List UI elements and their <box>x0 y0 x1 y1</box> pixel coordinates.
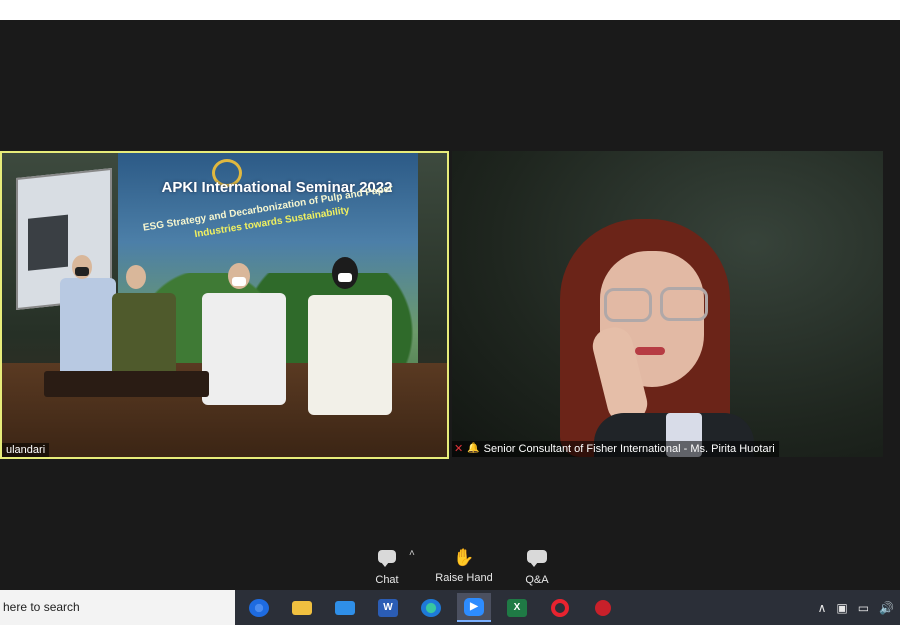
qa-label: Q&A <box>525 574 549 586</box>
chevron-up-icon[interactable]: ˄ <box>409 548 415 559</box>
panelist-4 <box>308 295 392 415</box>
video-tile-left[interactable]: APKI International Seminar 2022 ESG Stra… <box>0 151 449 459</box>
app-icon[interactable] <box>586 593 620 622</box>
face-mask <box>232 277 246 286</box>
participant-name-text: Senior Consultant of Fisher Internationa… <box>483 443 775 455</box>
hand-icon: ✋ <box>453 548 475 567</box>
zoom-icon[interactable]: ▶ <box>457 593 491 622</box>
taskbar-search-box[interactable]: here to search <box>0 590 235 625</box>
glasses-right-lens <box>660 287 708 321</box>
raise-hand-label: Raise Hand <box>435 572 493 584</box>
edge-icon[interactable] <box>414 593 448 622</box>
glasses-left-lens <box>604 288 652 322</box>
chevron-up-icon[interactable]: ∧ <box>818 601 827 615</box>
speaker-lips <box>635 347 665 355</box>
excel-icon[interactable]: X <box>500 593 534 622</box>
panelist-2-head <box>126 265 146 289</box>
participant-name-right: ✕ 🔔 Senior Consultant of Fisher Internat… <box>452 441 779 457</box>
panelist-3 <box>202 293 286 405</box>
chat-button[interactable]: Chat <box>372 548 402 586</box>
face-mask <box>338 273 352 282</box>
video-tile-right[interactable]: ✕ 🔔 Senior Consultant of Fisher Internat… <box>452 151 883 457</box>
qa-icon <box>522 550 552 570</box>
opera-icon[interactable] <box>543 593 577 622</box>
raise-hand-button[interactable]: ✋ Raise Hand <box>434 548 494 584</box>
network-icon[interactable]: ▣ <box>836 601 847 615</box>
battery-icon[interactable]: ▭ <box>858 601 869 615</box>
face-mask <box>75 267 89 276</box>
windows-taskbar: here to search W ▶ X ∧ ▣ ▭ 🔊 <box>0 590 900 625</box>
chrome-icon[interactable] <box>242 593 276 622</box>
muted-mic-icon: ✕ <box>454 443 464 455</box>
file-explorer-icon[interactable] <box>285 593 319 622</box>
volume-icon[interactable]: 🔊 <box>879 601 894 615</box>
mail-icon[interactable] <box>328 593 362 622</box>
search-placeholder: here to search <box>3 600 80 614</box>
speaker-icon: 🔔 <box>467 443 480 454</box>
qa-button[interactable]: Q&A <box>522 548 552 586</box>
word-icon[interactable]: W <box>371 593 405 622</box>
coffee-table <box>44 371 209 397</box>
zoom-meeting-window: APKI International Seminar 2022 ESG Stra… <box>0 20 900 590</box>
system-tray: ∧ ▣ ▭ 🔊 <box>818 590 894 625</box>
chat-icon <box>372 550 402 570</box>
top-strip <box>0 0 900 20</box>
chat-label: Chat <box>375 574 399 586</box>
participant-name-left: ulandari <box>2 443 50 457</box>
